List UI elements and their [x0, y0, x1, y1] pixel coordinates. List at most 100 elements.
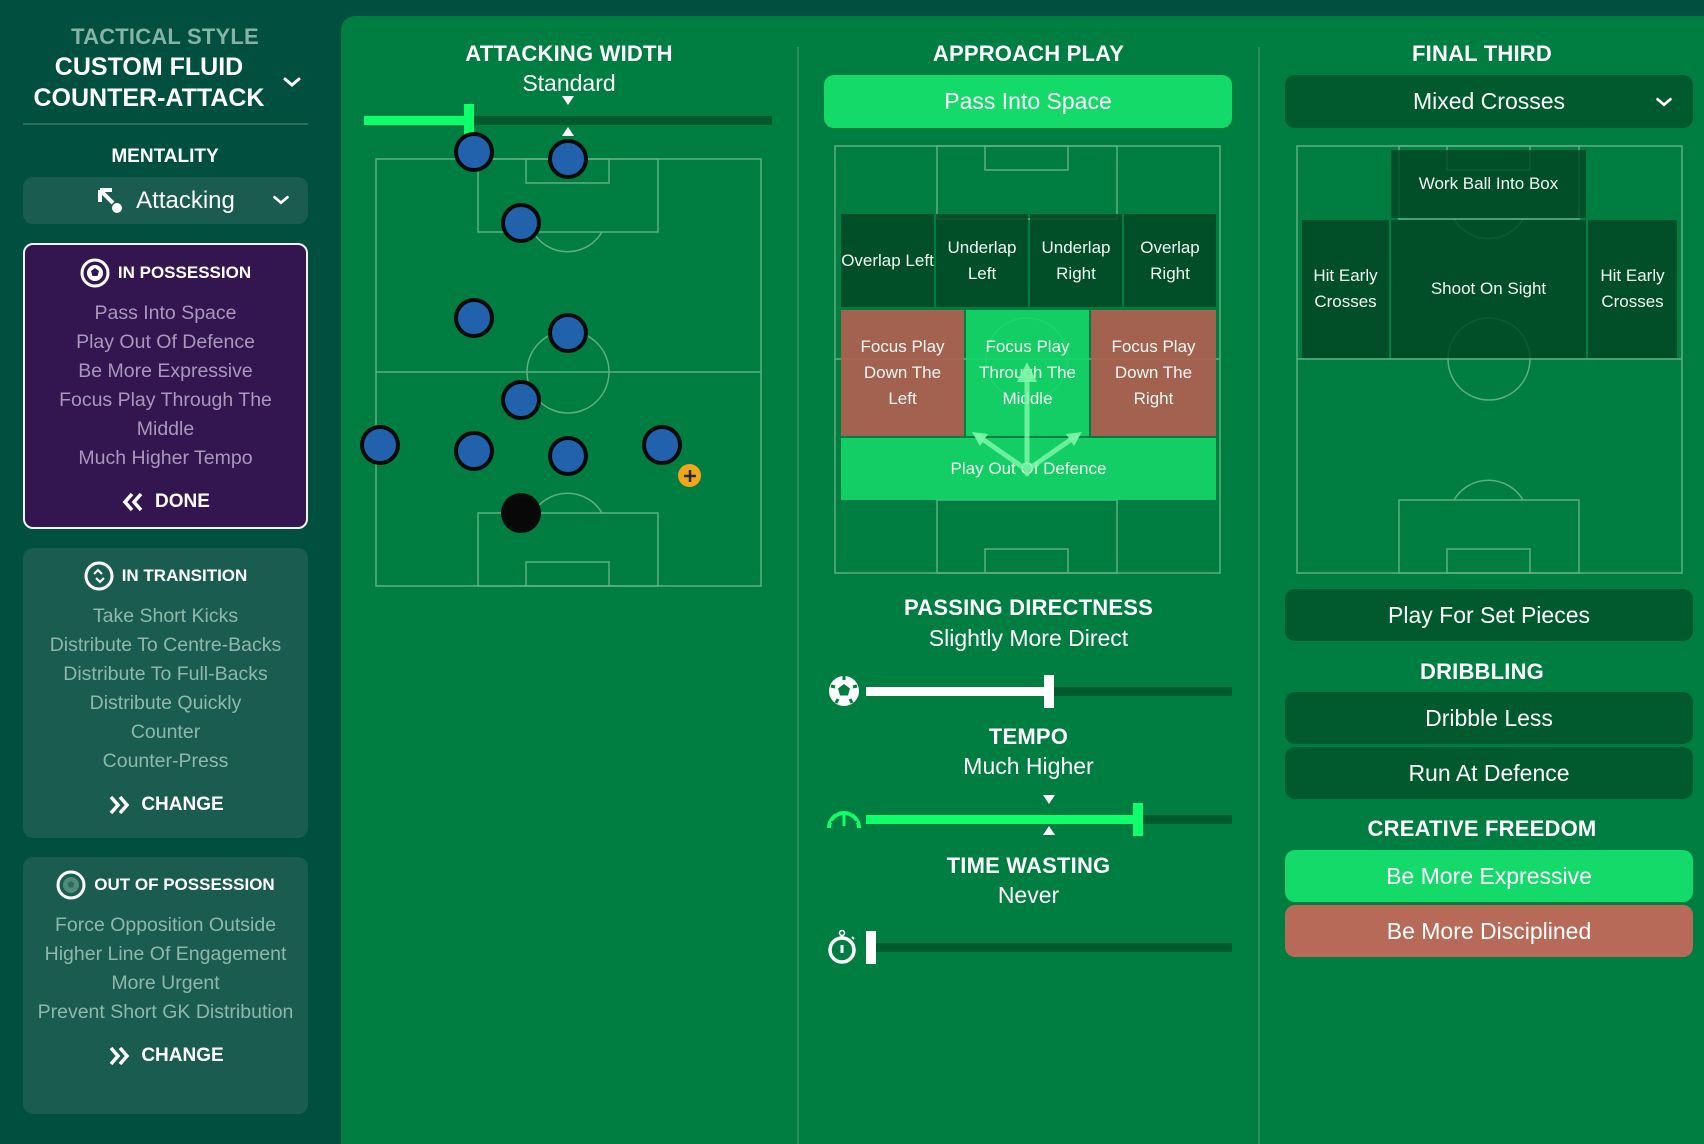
focus-right-zone[interactable]: Focus Play Down The Right [1091, 310, 1216, 436]
in-transition-card[interactable]: IN TRANSITION Take Short Kicks Distribut… [23, 548, 308, 838]
chevron-down-icon [1656, 97, 1672, 107]
list-item: Take Short Kicks [92, 605, 239, 627]
player-marker[interactable] [360, 425, 400, 465]
card-title: OUT OF POSSESSION [94, 875, 275, 894]
underlap-left-zone[interactable]: Underlap Left [936, 214, 1028, 307]
time-wasting-title: TIME WASTING [946, 853, 1111, 878]
chevron-down-icon [273, 195, 289, 205]
list-item: Distribute Quickly [89, 692, 242, 714]
dribble-less-button[interactable]: Dribble Less [1285, 692, 1693, 744]
slider-thumb[interactable] [1044, 675, 1054, 708]
slider-track [866, 943, 1232, 952]
attacking-arrow-icon [98, 187, 123, 213]
list-item: Play Out Of Defence [76, 331, 255, 353]
tactical-style-name[interactable]: CUSTOM FLUID COUNTER-ATTACK [24, 52, 274, 114]
player-marker[interactable] [454, 132, 494, 172]
underlap-right-zone[interactable]: Underlap Right [1030, 214, 1122, 307]
list-item: Much Higher Tempo [78, 447, 253, 469]
list-item: Force Opposition Outside [54, 914, 277, 936]
tactical-style-line2: COUNTER-ATTACK [33, 84, 265, 112]
shoot-on-sight-zone[interactable]: Shoot On Sight [1391, 220, 1586, 358]
list-item: Focus Play Through The Middle [59, 389, 272, 440]
ball-icon [80, 258, 110, 288]
sidebar: TACTICAL STYLE CUSTOM FLUID COUNTER-ATTA… [0, 0, 330, 1144]
crossing-dropdown[interactable]: Mixed Crosses [1285, 75, 1693, 128]
list-item: More Urgent [111, 972, 220, 994]
transition-icon [84, 561, 114, 591]
final-third-title: FINAL THIRD [1412, 41, 1552, 66]
player-marker[interactable] [548, 313, 588, 353]
run-at-defence-button[interactable]: Run At Defence [1285, 747, 1693, 799]
list-item: Distribute To Centre-Backs [49, 634, 282, 656]
play-for-set-pieces-button[interactable]: Play For Set Pieces [1285, 589, 1693, 641]
tempo-value: Much Higher [963, 753, 1094, 779]
change-out-of-possession-button[interactable]: CHANGE [23, 1041, 308, 1071]
change-label: CHANGE [141, 794, 224, 815]
list-item: Be More Expressive [78, 360, 253, 382]
player-marker[interactable] [454, 298, 494, 338]
column-divider [1258, 47, 1260, 1144]
player-marker[interactable] [501, 203, 541, 243]
pass-into-space-button[interactable]: Pass Into Space [824, 75, 1232, 128]
overlap-left-zone[interactable]: Overlap Left [841, 214, 934, 307]
card-title: IN POSSESSION [117, 263, 252, 282]
chevron-down-icon[interactable] [280, 70, 304, 94]
add-player-instruction-button[interactable] [678, 464, 701, 487]
hit-early-crosses-left-zone[interactable]: Hit Early Crosses [1302, 220, 1389, 358]
football-icon [829, 676, 859, 706]
player-marker[interactable] [501, 380, 541, 420]
done-button[interactable]: DONE [25, 487, 306, 517]
player-marker[interactable] [548, 139, 588, 179]
in-possession-card[interactable]: IN POSSESSION Pass Into Space Play Out O… [23, 243, 308, 529]
out-of-possession-card[interactable]: OUT OF POSSESSION Force Opposition Outsi… [23, 857, 308, 1114]
hit-early-crosses-right-zone[interactable]: Hit Early Crosses [1588, 220, 1677, 358]
formation-pitch [375, 158, 762, 587]
speedometer-icon [827, 810, 861, 829]
stopwatch-icon [828, 929, 856, 964]
mentality-dropdown[interactable]: Attacking [23, 177, 308, 224]
passing-directness-slider[interactable] [866, 675, 1232, 708]
plus-icon [683, 469, 696, 482]
double-chevron-right-icon [110, 1046, 130, 1066]
slider-thumb[interactable] [866, 931, 876, 964]
double-chevron-left-icon [122, 492, 143, 512]
mentality-label: MENTALITY [111, 146, 219, 167]
player-marker[interactable] [642, 425, 682, 465]
attacking-width-title: ATTACKING WIDTH [465, 41, 673, 66]
attacking-width-slider[interactable] [364, 96, 772, 137]
focus-left-zone[interactable]: Focus Play Down The Left [841, 310, 964, 436]
time-wasting-value: Never [997, 882, 1060, 908]
list-item: Counter-Press [102, 750, 229, 772]
attacking-width-value: Standard [522, 70, 616, 96]
slider-thumb[interactable] [1133, 803, 1143, 836]
list-item: Prevent Short GK Distribution [37, 1001, 294, 1023]
card-title: IN TRANSITION [121, 566, 248, 585]
time-wasting-slider[interactable] [866, 931, 1232, 964]
tactical-style-label: TACTICAL STYLE [71, 24, 259, 49]
slider-fill [364, 116, 469, 125]
list-item: Higher Line Of Engagement [44, 943, 287, 965]
overlap-right-zone[interactable]: Overlap Right [1124, 214, 1216, 307]
passing-directness-title: PASSING DIRECTNESS [904, 595, 1153, 620]
ball-outline-icon [56, 870, 86, 900]
dribbling-title: DRIBBLING [1419, 659, 1544, 684]
slider-fill [866, 815, 1138, 824]
be-more-expressive-button[interactable]: Be More Expressive [1285, 850, 1693, 902]
change-transition-button[interactable]: CHANGE [23, 790, 308, 820]
player-marker[interactable] [548, 436, 588, 476]
change-label: CHANGE [141, 1045, 224, 1066]
list-item: Counter [130, 721, 201, 743]
done-label: DONE [155, 491, 210, 512]
tactical-style-line1: CUSTOM FLUID [54, 53, 244, 81]
player-marker[interactable] [454, 431, 494, 471]
work-ball-into-box-zone[interactable]: Work Ball Into Box [1391, 150, 1586, 218]
tactics-panel: ATTACKING WIDTH Standard APPROACH PLAY P… [341, 16, 1704, 1144]
direction-arrows-icon [972, 362, 1082, 477]
tempo-slider[interactable] [866, 795, 1232, 836]
tempo-title: TEMPO [988, 724, 1069, 749]
crossing-value: Mixed Crosses [1412, 88, 1566, 114]
be-more-disciplined-button[interactable]: Be More Disciplined [1285, 905, 1693, 957]
goalkeeper-marker[interactable] [501, 493, 541, 533]
approach-play-title: APPROACH PLAY [932, 41, 1125, 66]
creative-freedom-title: CREATIVE FREEDOM [1367, 816, 1597, 841]
